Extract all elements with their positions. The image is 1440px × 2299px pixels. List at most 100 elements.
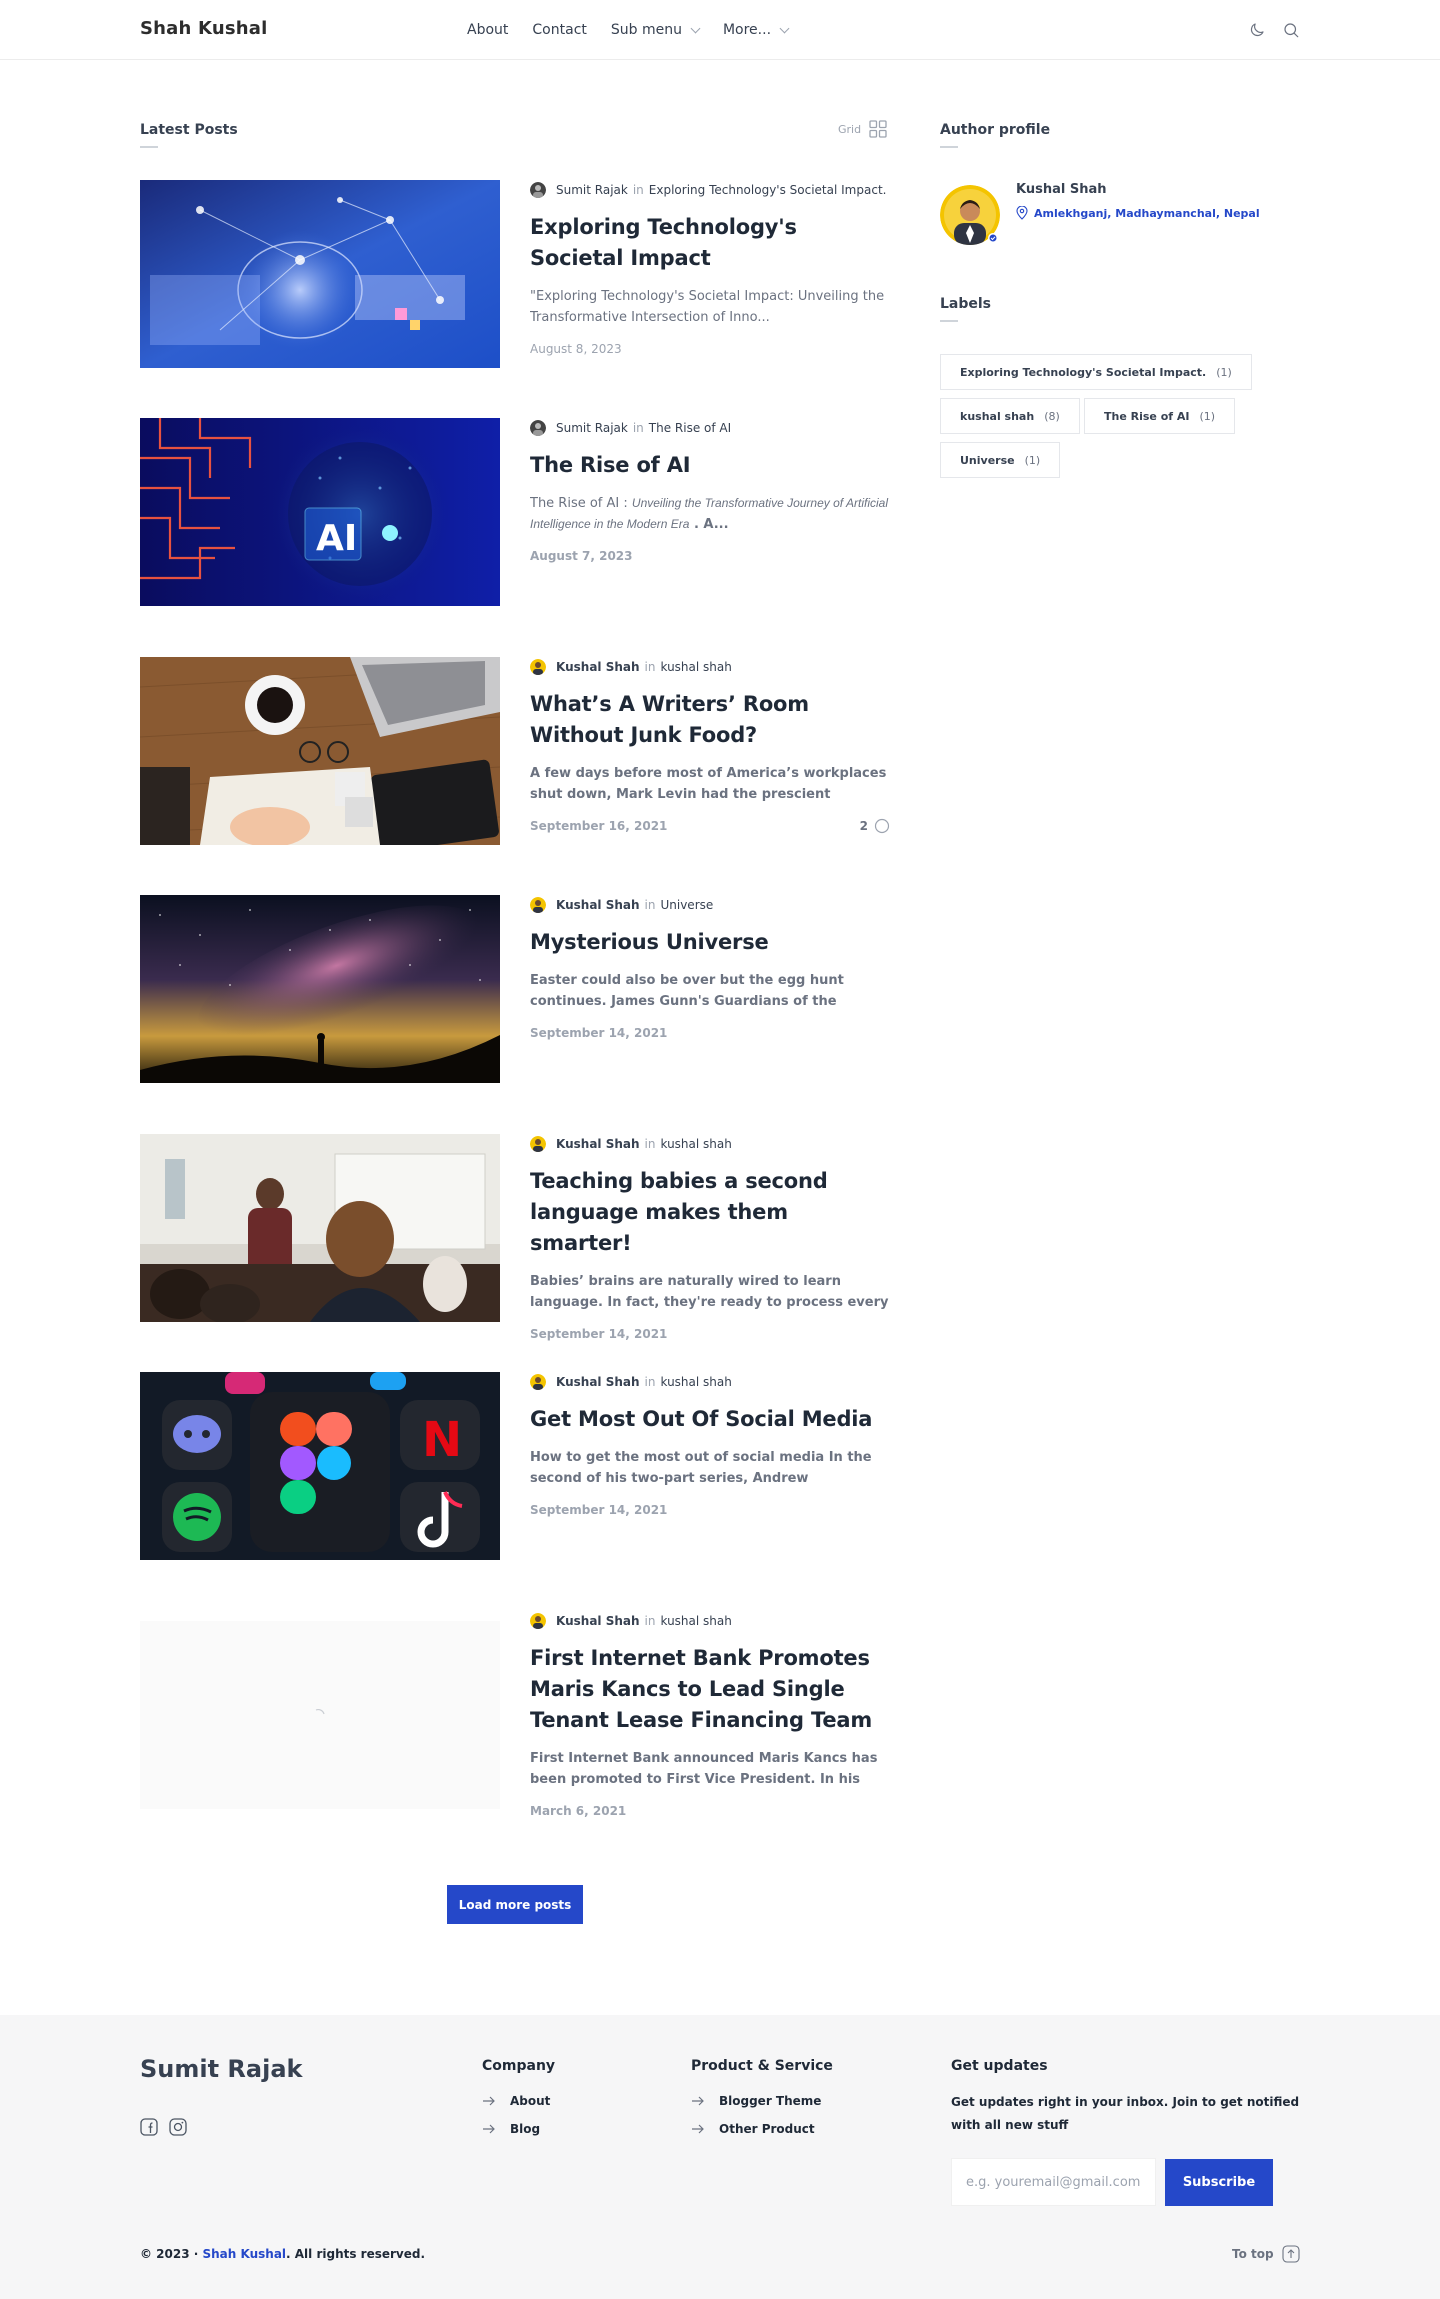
- nav-label: Sub menu: [610, 22, 682, 38]
- author-avatar[interactable]: [530, 420, 546, 436]
- post-meta: Kushal Shah in Universe: [530, 897, 890, 913]
- grid-icon: [869, 120, 887, 138]
- post-author[interactable]: Sumit Rajak: [556, 421, 628, 435]
- to-top-button[interactable]: To top: [1232, 2245, 1300, 2263]
- subscribe-button[interactable]: Subscribe: [1165, 2159, 1273, 2206]
- site-footer: Sumit Rajak Company About Blog Product &…: [0, 2015, 1440, 2299]
- label-chip[interactable]: Universe (1): [940, 442, 1061, 478]
- author-avatar[interactable]: [530, 1136, 546, 1152]
- author-name[interactable]: Kushal Shah: [1016, 182, 1107, 197]
- post-author[interactable]: Kushal Shah: [556, 660, 640, 674]
- post-in: in: [632, 183, 644, 197]
- post-date: September 14, 2021: [530, 1327, 668, 1341]
- nav-item-more[interactable]: More...: [722, 20, 790, 40]
- post-snippet: A few days before most of America’s work…: [530, 766, 887, 802]
- post-label[interactable]: kushal shah: [660, 660, 731, 674]
- post-in: in: [644, 1614, 656, 1628]
- author-avatar[interactable]: [530, 1374, 546, 1390]
- post-card: Kushal Shah in kushal shah First Interne…: [140, 1611, 889, 1831]
- footer-link-other-product[interactable]: Other Product: [691, 2122, 815, 2136]
- author-location-text: Amlekhganj, Madhaymanchal, Nepal: [1034, 206, 1260, 220]
- copyright-link[interactable]: Shah Kushal: [203, 2247, 287, 2261]
- facebook-icon[interactable]: [140, 2118, 158, 2136]
- post-card: Kushal Shah in kushal shah Teaching babi…: [140, 1134, 890, 1341]
- label-name: Universe: [960, 453, 1015, 467]
- view-toggle[interactable]: Grid: [838, 120, 887, 138]
- post-author[interactable]: Kushal Shah: [556, 898, 640, 912]
- post-thumbnail-loading[interactable]: [140, 1621, 500, 1809]
- snippet-suffix: . A...: [689, 517, 729, 532]
- email-field[interactable]: [951, 2158, 1156, 2206]
- post-title[interactable]: First Internet Bank Promotes Maris Kancs…: [530, 1643, 890, 1736]
- product-title: Product & Service: [691, 2058, 833, 2074]
- post-snippet: How to get the most out of social media …: [530, 1450, 872, 1486]
- nav-item-about[interactable]: About: [467, 20, 508, 40]
- footer-brand[interactable]: Sumit Rajak: [140, 2055, 303, 2083]
- post-title[interactable]: Exploring Technology's Societal Impact: [530, 212, 890, 274]
- post-author[interactable]: Kushal Shah: [556, 1137, 640, 1151]
- footer-link-label: About: [510, 2094, 551, 2108]
- post-author[interactable]: Kushal Shah: [556, 1614, 640, 1628]
- post-label[interactable]: Universe: [660, 898, 713, 912]
- site-header: Shah Kushal About Contact Sub menu More.…: [0, 0, 1440, 60]
- post-date: September 14, 2021: [530, 1026, 668, 1040]
- labels-title: Labels: [940, 296, 992, 312]
- main-nav: About Contact Sub menu More...: [467, 20, 812, 40]
- author-avatar[interactable]: [530, 182, 546, 198]
- footer-link-blogger-theme[interactable]: Blogger Theme: [691, 2094, 821, 2108]
- nav-item-sub-menu[interactable]: Sub menu: [610, 20, 701, 40]
- nav-label: More...: [722, 22, 772, 38]
- moon-icon[interactable]: [1246, 19, 1268, 41]
- label-chip[interactable]: kushal shah (8): [940, 398, 1080, 434]
- post-label[interactable]: Exploring Technology's Societal Impact.: [649, 183, 887, 197]
- post-label[interactable]: The Rise of AI: [649, 421, 731, 435]
- post-date: September 16, 2021: [530, 819, 668, 833]
- author-avatar[interactable]: [530, 897, 546, 913]
- post-label[interactable]: kushal shah: [660, 1375, 731, 1389]
- footer-link-about[interactable]: About: [482, 2094, 550, 2108]
- footer-link-blog[interactable]: Blog: [482, 2122, 540, 2136]
- author-avatar[interactable]: [530, 1613, 546, 1629]
- site-brand[interactable]: Shah Kushal: [140, 18, 268, 39]
- post-title[interactable]: Get Most Out Of Social Media: [530, 1404, 890, 1435]
- instagram-icon[interactable]: [169, 2118, 187, 2136]
- post-label[interactable]: kushal shah: [660, 1137, 731, 1151]
- arrow-right-icon: [483, 2124, 495, 2134]
- post-author[interactable]: Kushal Shah: [556, 1375, 640, 1389]
- label-chip[interactable]: Exploring Technology's Societal Impact. (…: [940, 354, 1252, 390]
- post-snippet: First Internet Bank announced Maris Kanc…: [530, 1751, 878, 1787]
- latest-posts-title: Latest Posts: [140, 122, 238, 138]
- post-label[interactable]: kushal shah: [660, 1614, 731, 1628]
- to-top-label: To top: [1232, 2247, 1274, 2261]
- post-title[interactable]: The Rise of AI: [530, 450, 890, 481]
- post-snippet: Babies’ brains are naturally wired to le…: [530, 1274, 889, 1310]
- post-author[interactable]: Sumit Rajak: [556, 183, 628, 197]
- arrow-up-icon: [1282, 2245, 1300, 2263]
- updates-text: Get updates right in your inbox. Join to…: [951, 2095, 1300, 2132]
- post-in: in: [632, 421, 644, 435]
- post-title[interactable]: Mysterious Universe: [530, 927, 890, 958]
- post-thumbnail[interactable]: AI: [140, 418, 500, 606]
- post-thumbnail[interactable]: [140, 180, 500, 368]
- post-snippet: The Rise of AI : Unveiling the Transform…: [530, 493, 890, 535]
- author-avatar[interactable]: [530, 659, 546, 675]
- post-in: in: [644, 660, 656, 674]
- post-meta: Kushal Shah in kushal shah: [530, 1374, 890, 1390]
- snippet-prefix: The Rise of AI :: [530, 496, 632, 511]
- post-title[interactable]: Teaching babies a second language makes …: [530, 1166, 890, 1259]
- post-body: Kushal Shah in Universe Mysterious Unive…: [530, 895, 890, 1040]
- post-title[interactable]: What’s A Writers’ Room Without Junk Food…: [530, 689, 890, 751]
- post-date-row: September 16, 2021 2: [530, 818, 890, 834]
- label-chip[interactable]: The Rise of AI (1): [1084, 398, 1236, 434]
- search-icon[interactable]: [1280, 19, 1302, 41]
- nav-item-contact[interactable]: Contact: [532, 20, 586, 40]
- post-thumbnail[interactable]: [140, 895, 500, 1083]
- comment-count[interactable]: 2: [860, 818, 890, 834]
- updates-title: Get updates: [951, 2058, 1048, 2074]
- loading-spinner-icon: [315, 1708, 325, 1715]
- post-thumbnail[interactable]: [140, 657, 500, 845]
- load-more-button[interactable]: Load more posts: [447, 1885, 583, 1924]
- post-date: August 7, 2023: [530, 549, 633, 563]
- post-thumbnail[interactable]: N: [140, 1372, 500, 1560]
- post-thumbnail[interactable]: [140, 1134, 500, 1322]
